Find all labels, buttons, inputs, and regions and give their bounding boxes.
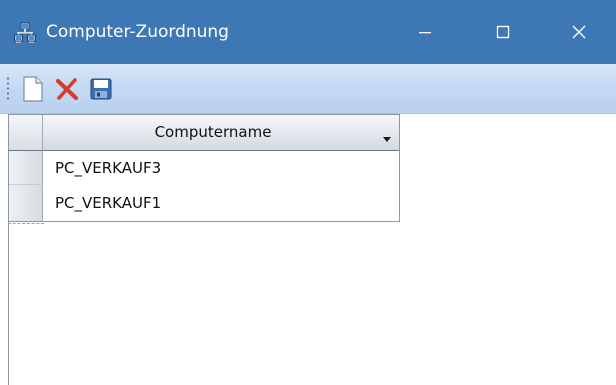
network-computers-icon [14,22,36,44]
window-title: Computer-Zuordnung [46,22,229,42]
close-icon [572,25,586,39]
column-header-computername[interactable]: Computername [43,115,399,151]
cell-computername: PC_VERKAUF3 [55,159,162,177]
row-header[interactable] [9,185,43,221]
title-bar[interactable]: Computer-Zuordnung [0,0,616,64]
save-button[interactable] [86,74,116,104]
toolbar [0,64,616,114]
close-button[interactable] [542,0,616,64]
column-header-label: Computername [154,123,272,141]
delete-x-icon [56,78,78,100]
toolbar-grip[interactable] [6,76,10,102]
table-row[interactable]: PC_VERKAUF1 [43,185,399,221]
delete-button[interactable] [52,74,82,104]
maximize-icon [496,25,510,39]
new-document-icon [23,76,43,102]
grid-select-all-corner[interactable] [9,115,43,151]
floppy-disk-icon [90,78,112,100]
maximize-button[interactable] [466,0,540,64]
row-header[interactable] [9,151,43,185]
minimize-icon [419,32,431,34]
filter-dropdown-icon[interactable] [381,129,393,142]
table-row[interactable]: PC_VERKAUF3 [43,151,399,185]
computer-grid[interactable]: Computername PC_VERKAUF3 PC_VERKAUF1 [8,114,400,222]
new-button[interactable] [18,74,48,104]
new-row-indicator [8,223,44,224]
minimize-button[interactable] [388,0,462,64]
cell-computername: PC_VERKAUF1 [55,194,162,212]
computer-assignment-window: Computer-Zuordnung Computername PC_VERKA… [0,0,616,385]
